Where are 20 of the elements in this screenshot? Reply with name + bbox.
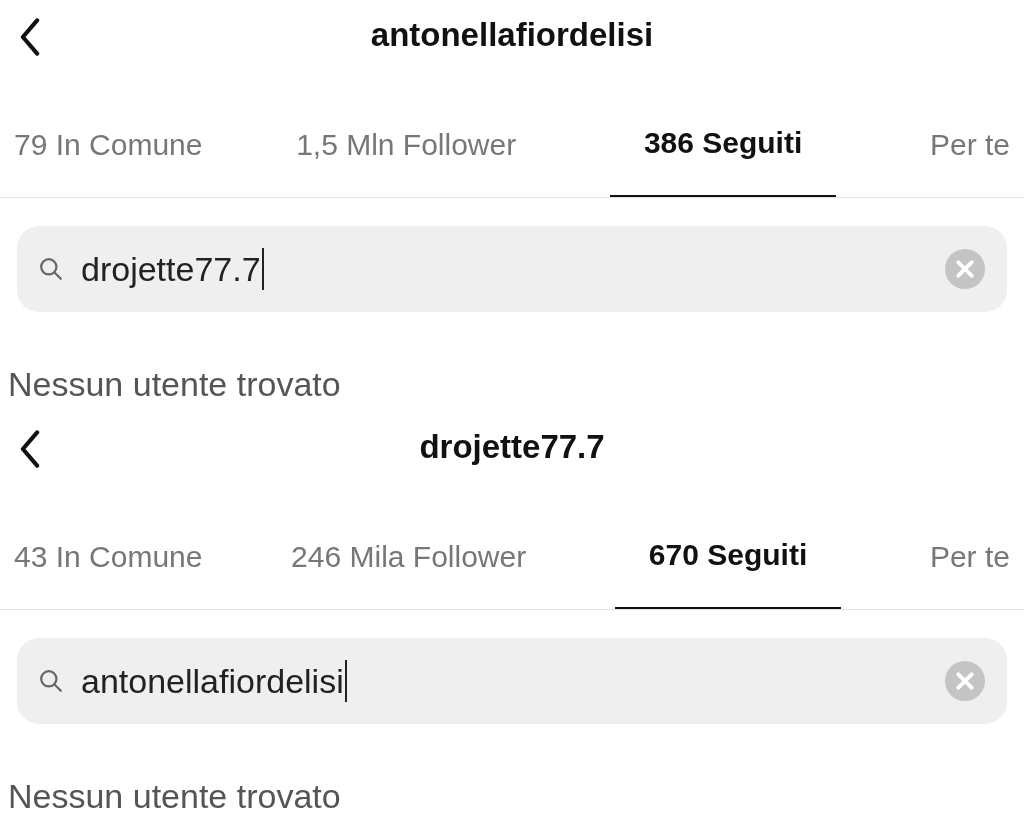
tab[interactable]: 43 In Comune — [14, 539, 203, 609]
search-icon[interactable] — [39, 669, 63, 693]
search-text: antonellafiordelisi — [81, 661, 344, 701]
search-text: drojette77.7 — [81, 249, 261, 289]
search-icon[interactable] — [39, 257, 63, 281]
search-field[interactable]: antonellafiordelisi — [17, 638, 1007, 724]
profile-username: drojette77.7 — [419, 428, 605, 466]
empty-message: Nessun utente trovato — [8, 776, 342, 816]
tab[interactable]: 386 Seguiti — [609, 125, 837, 197]
tab[interactable]: 246 Mila Follower — [291, 539, 527, 609]
tab[interactable]: Per te — [929, 127, 1010, 197]
tab[interactable]: 670 Seguiti — [614, 537, 842, 609]
empty-message: Nessun utente trovato — [8, 364, 342, 404]
tab[interactable]: 1,5 Mln Follower — [296, 127, 517, 197]
text-cursor — [344, 660, 347, 702]
search-field[interactable]: drojette77.7 — [17, 226, 1007, 312]
profile-username: antonellafiordelisi — [370, 16, 654, 54]
tab[interactable]: Per te — [929, 539, 1010, 609]
tab[interactable]: 79 In Comune — [14, 127, 203, 197]
text-cursor — [261, 248, 264, 290]
